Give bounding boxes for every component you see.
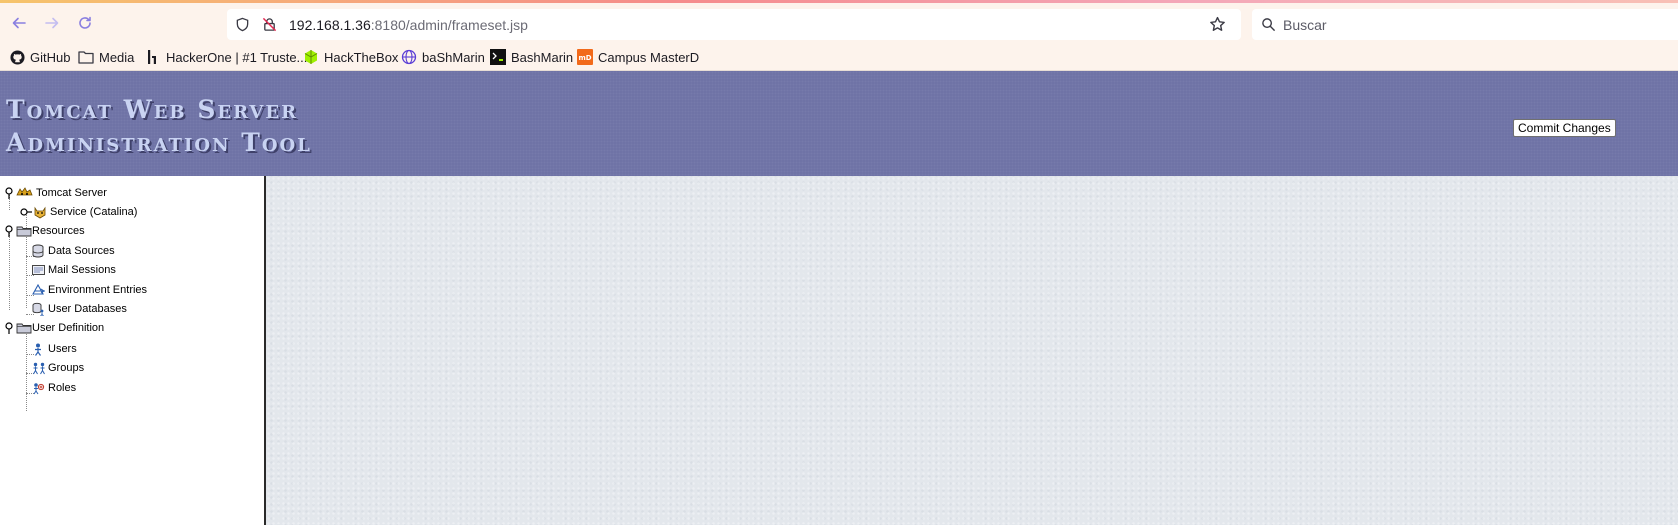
bookmark-label: HackTheBox	[324, 49, 399, 65]
bookmark-label: GitHub	[30, 49, 71, 65]
tree-node-service-catalina[interactable]: Service (Catalina)	[20, 204, 137, 220]
svg-text:mD: mD	[578, 54, 591, 62]
bookmark-hackthebox[interactable]: HackTheBox	[303, 48, 398, 66]
banner-title-line2: Administration Tool	[6, 128, 312, 157]
database-icon	[32, 244, 44, 258]
mail-icon	[32, 264, 45, 275]
masterd-icon: mD	[577, 49, 593, 65]
bookmark-label: Campus MasterD	[598, 49, 700, 65]
search-placeholder: Buscar	[1283, 17, 1327, 33]
group-icon	[33, 362, 45, 374]
navigation-toolbar: 192.168.1.36:8180/admin/frameset.jsp Bus…	[0, 3, 1678, 43]
bookmarks-toolbar: GitHub Media HackerOne | #1 Truste... Ha…	[0, 43, 1678, 71]
tomcat-server-icon	[16, 187, 33, 196]
tree-connector	[9, 230, 10, 310]
bookmark-label: Media	[99, 49, 135, 65]
tree-node-user-definition[interactable]: User Definition	[4, 320, 104, 336]
back-arrow-icon	[12, 17, 26, 29]
terminal-icon	[490, 49, 506, 65]
bookmark-label: HackerOne | #1 Truste...	[166, 49, 308, 65]
search-icon	[1262, 18, 1276, 32]
tree-node-resources[interactable]: Resources	[4, 223, 85, 239]
tree-label: Service (Catalina)	[50, 206, 138, 218]
tree-label: User Databases	[48, 303, 127, 315]
bookmark-label: BashMarin	[511, 49, 574, 65]
banner-title: Tomcat Web Server Administration Tool	[6, 93, 312, 159]
reload-icon	[79, 16, 91, 29]
tree-expand-handle-icon[interactable]	[4, 187, 14, 199]
tree-connector	[26, 331, 27, 411]
tree-node-users[interactable]: Users	[32, 341, 77, 357]
bookmark-github[interactable]: GitHub	[9, 48, 70, 66]
github-icon	[9, 49, 25, 65]
navigation-tree: Tomcat Server Service (Catalina) Resourc…	[0, 176, 266, 525]
environment-entries-icon	[32, 284, 45, 295]
search-bar[interactable]: Buscar	[1252, 9, 1678, 40]
tree-node-environment-entries[interactable]: Environment Entries	[32, 282, 147, 298]
bookmark-bashmarin[interactable]: BashMarin	[490, 48, 573, 66]
bookmark-campus-masterd[interactable]: mD Campus MasterD	[577, 48, 699, 66]
back-button[interactable]	[5, 9, 33, 37]
tree-node-tomcat-server[interactable]: Tomcat Server	[4, 185, 107, 201]
shield-icon[interactable]	[235, 17, 250, 32]
globe-icon	[401, 49, 417, 65]
url-bar[interactable]: 192.168.1.36:8180/admin/frameset.jsp	[227, 9, 1241, 40]
content-frame	[266, 176, 1678, 525]
tree-label: User Definition	[32, 322, 105, 334]
url-text[interactable]: 192.168.1.36:8180/admin/frameset.jsp	[289, 17, 528, 33]
banner-title-line1: Tomcat Web Server	[6, 95, 299, 124]
tree-label: Users	[48, 343, 77, 355]
folder-icon	[16, 226, 32, 237]
tree-label: Groups	[48, 362, 85, 374]
tree-node-groups[interactable]: Groups	[32, 360, 84, 376]
tree-label: Mail Sessions	[48, 264, 116, 276]
roles-icon	[33, 382, 45, 394]
tree-node-roles[interactable]: Roles	[32, 380, 76, 396]
tree-node-user-databases[interactable]: User Databases	[32, 301, 127, 317]
tree-label: Resources	[32, 225, 85, 237]
url-path: :8180/admin/frameset.jsp	[370, 17, 528, 33]
tree-label: Roles	[48, 382, 77, 394]
user-icon	[35, 343, 41, 356]
folder-icon	[16, 323, 32, 334]
tree-label: Data Sources	[48, 245, 115, 257]
forward-arrow-icon	[45, 17, 59, 29]
commit-changes-button[interactable]: Commit Changes	[1513, 119, 1616, 137]
url-host: 192.168.1.36	[289, 17, 371, 33]
forward-button[interactable]	[38, 9, 66, 37]
bookmark-hackerone[interactable]: HackerOne | #1 Truste...	[145, 48, 307, 66]
hackthebox-icon	[303, 49, 319, 65]
tree-node-data-sources[interactable]: Data Sources	[32, 243, 115, 259]
user-database-icon	[32, 302, 44, 316]
hackerone-icon	[145, 49, 161, 65]
tree-label: Tomcat Server	[36, 187, 107, 199]
tree-expand-handle-icon[interactable]	[4, 225, 14, 237]
bookmark-label: baShMarin	[422, 49, 485, 65]
bookmark-star-icon[interactable]	[1209, 16, 1226, 33]
reload-button[interactable]	[71, 9, 99, 37]
tomcat-cat-icon	[34, 206, 46, 219]
bookmark-media[interactable]: Media	[78, 48, 134, 66]
admin-banner: Tomcat Web Server Administration Tool Co…	[0, 71, 1678, 176]
tree-collapsed-handle-icon[interactable]	[20, 207, 32, 217]
tree-label: Environment Entries	[48, 284, 148, 296]
tree-expand-handle-icon[interactable]	[4, 322, 14, 334]
tree-node-mail-sessions[interactable]: Mail Sessions	[32, 262, 116, 278]
folder-icon	[78, 49, 94, 65]
insecure-lock-icon[interactable]	[262, 17, 277, 32]
bookmark-bashmarin-web[interactable]: baShMarin	[401, 48, 485, 66]
